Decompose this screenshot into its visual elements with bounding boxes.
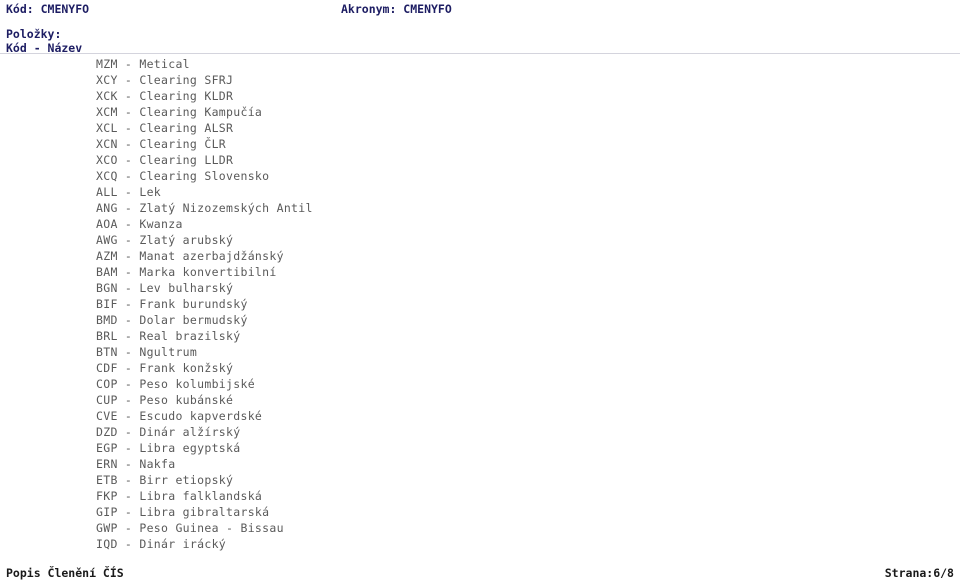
list-item: COP - Peso kolumbijské (96, 377, 255, 391)
list-item: ANG - Zlatý Nizozemských Antil (96, 201, 313, 215)
document-header: Kód: CMENYFO Akronym: CMENYFO Položky: K… (0, 0, 960, 55)
list-item: BMD - Dolar bermudský (96, 313, 248, 327)
list-item: GWP - Peso Guinea - Bissau (96, 521, 284, 535)
list-item: AOA - Kwanza (96, 217, 183, 231)
footer-page-number: Strana:6/8 (884, 566, 954, 580)
document-footer: Popis Členění ČÍS Strana:6/8 (0, 563, 960, 585)
list-item: AWG - Zlatý arubský (96, 233, 234, 247)
currency-item-list: MZM - Metical XCY - Clearing SFRJ XCK - Cl… (96, 56, 796, 552)
list-item: FKP - Libra falklandská (96, 489, 263, 503)
list-item: CUP - Peso kubánské (96, 393, 234, 407)
items-section-label: Položky: (6, 27, 62, 41)
header-code-row: Kód: CMENYFO Akronym: CMENYFO (6, 2, 954, 16)
list-item: CVE - Escudo kapverdské (96, 409, 263, 423)
list-item: DZD - Dinár alžírský (96, 425, 241, 439)
list-item: BAM - Marka konvertibilní (96, 265, 277, 279)
list-item: XCM - Clearing Kampučía (96, 105, 263, 119)
header-code: Kód: CMENYFO (6, 2, 90, 16)
list-item: MZM - Metical (96, 57, 190, 71)
list-item: IQD - Dinár irácký (96, 537, 227, 551)
list-item: BRL - Real brazilský (96, 329, 241, 343)
list-item: XCN - Clearing ČLR (96, 137, 227, 151)
list-item: GIP - Libra gibraltarská (96, 505, 270, 519)
list-item: XCL - Clearing ALSR (96, 121, 234, 135)
list-item: EGP - Libra egyptská (96, 441, 241, 455)
list-item: ETB - Birr etiopský (96, 473, 234, 487)
list-item: XCQ - Clearing Slovensko (96, 169, 270, 183)
list-item: BIF - Frank burundský (96, 297, 248, 311)
list-item: ERN - Nakfa (96, 457, 176, 471)
list-item: ALL - Lek (96, 185, 162, 199)
header-divider (0, 53, 960, 54)
list-item: CDF - Frank konžský (96, 361, 234, 375)
list-item: XCY - Clearing SFRJ (96, 73, 234, 87)
list-item: BGN - Lev bulharský (96, 281, 234, 295)
list-item: XCK - Clearing KLDR (96, 89, 234, 103)
footer-title: Popis Členění ČÍS (6, 566, 124, 580)
list-item: AZM - Manat azerbajdžánský (96, 249, 284, 263)
list-item: XCO - Clearing LLDR (96, 153, 234, 167)
list-item: BTN - Ngultrum (96, 345, 198, 359)
header-acronym: Akronym: CMENYFO (341, 2, 452, 16)
